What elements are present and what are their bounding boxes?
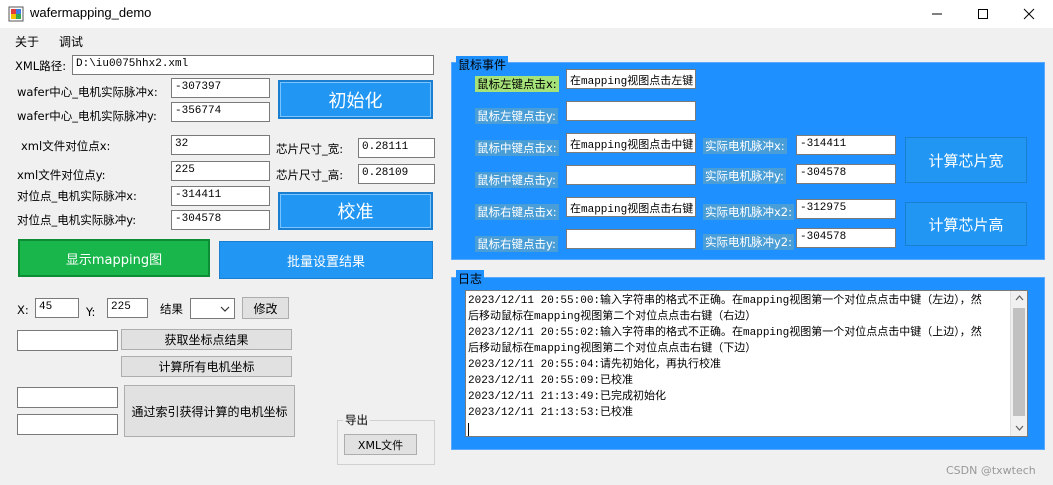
log-textarea[interactable]: 2023/12/11 20:55:00:输入字符串的格式不正确。在mapping…	[465, 290, 1028, 437]
log-line: 2023/12/11 20:55:09:已校准	[468, 375, 634, 387]
result-output-input[interactable]	[17, 330, 118, 351]
calc-by-index-button[interactable]: 通过索引获得计算的电机坐标	[124, 385, 295, 437]
xml-align-y-input[interactable]: 225	[171, 161, 270, 181]
align-pulse-x-label: 对位点_电机实际脉冲x:	[17, 189, 137, 203]
calibrate-button[interactable]: 校准	[278, 192, 433, 230]
log-line: 2023/12/11 20:55:00:输入字符串的格式不正确。在mapping…	[468, 295, 982, 307]
log-scrollbar[interactable]	[1010, 291, 1027, 436]
xml-align-x-label: xml文件对位点x:	[21, 139, 111, 153]
chip-height-label: 芯片尺寸_高:	[276, 168, 344, 182]
log-line: 2023/12/11 20:55:02:输入字符串的格式不正确。在mapping…	[468, 327, 982, 339]
get-result-button[interactable]: 获取坐标点结果	[121, 329, 292, 350]
y-label: Y:	[86, 305, 96, 319]
motor-y-label: 实际电机脉冲y:	[703, 168, 786, 184]
index-x-input[interactable]	[17, 387, 118, 408]
xml-path-label: XML路径:	[15, 59, 67, 73]
maximize-icon[interactable]	[960, 0, 1006, 28]
log-line: 后移动鼠标在mapping视图第二个对位点点击右键（下边）	[468, 343, 757, 355]
mid-click-x-label: 鼠标中键点击x:	[475, 140, 559, 156]
init-button[interactable]: 初始化	[278, 80, 433, 119]
calc-chip-width-button[interactable]: 计算芯片宽	[905, 137, 1027, 183]
align-pulse-y-label: 对位点_电机实际脉冲y:	[17, 213, 137, 227]
log-line: 后移动鼠标在mapping视图第二个对位点点击右键（右边）	[468, 311, 757, 323]
title-bar	[0, 0, 1053, 28]
center-pulse-x-input[interactable]: -307397	[171, 78, 270, 98]
result-label: 结果	[160, 302, 183, 316]
chip-height-input[interactable]: 0.28109	[358, 164, 435, 184]
index-y-input[interactable]	[17, 414, 118, 435]
mouse-events-title: 鼠标事件	[456, 56, 509, 73]
mid-click-y-label: 鼠标中键点击y:	[475, 172, 558, 188]
log-line: 2023/12/11 21:13:49:已完成初始化	[468, 391, 667, 403]
xml-file-button[interactable]: XML文件	[344, 434, 417, 455]
motor-y2-label: 实际电机脉冲y2:	[703, 234, 794, 250]
center-pulse-y-label: wafer中心_电机实际脉冲y:	[17, 109, 157, 123]
left-click-y-input[interactable]	[566, 101, 696, 121]
motor-x-input[interactable]: -314411	[796, 135, 896, 155]
motor-y-input[interactable]: -304578	[796, 164, 896, 184]
motor-y2-input[interactable]: -304578	[796, 228, 896, 248]
log-line: 2023/12/11 20:55:04:请先初始化，再执行校准	[468, 359, 722, 371]
chip-width-label: 芯片尺寸_宽:	[276, 142, 344, 156]
menu-debug[interactable]: 调试	[59, 33, 83, 50]
log-line: 2023/12/11 21:13:53:已校准	[468, 407, 634, 419]
window-title: wafermapping_demo	[30, 5, 152, 20]
calc-all-button[interactable]: 计算所有电机坐标	[121, 356, 292, 377]
y-input[interactable]: 225	[107, 298, 148, 318]
motor-x2-input[interactable]: -312975	[796, 199, 896, 219]
mid-click-x-input[interactable]: 在mapping视图点击中键	[566, 133, 696, 153]
right-click-x-input[interactable]: 在mapping视图点击右键	[566, 197, 696, 217]
mid-click-y-input[interactable]	[566, 165, 696, 185]
motor-x2-label: 实际电机脉冲x2:	[703, 204, 794, 220]
center-pulse-x-label: wafer中心_电机实际脉冲x:	[17, 85, 158, 99]
left-click-y-label: 鼠标左键点击y:	[475, 108, 558, 124]
chip-width-input[interactable]: 0.28111	[358, 138, 435, 158]
align-pulse-y-input[interactable]: -304578	[171, 210, 270, 230]
watermark: CSDN @txwtech	[946, 464, 1036, 477]
result-select[interactable]	[190, 298, 235, 319]
xml-path-input[interactable]: D:\iu0075hhx2.xml	[72, 55, 434, 75]
app-icon	[8, 6, 24, 22]
right-click-x-label: 鼠标右键点击x:	[475, 204, 559, 220]
chevron-down-icon	[220, 306, 230, 312]
xml-align-y-label: xml文件对位点y:	[17, 168, 106, 182]
x-label: X:	[17, 303, 29, 317]
left-click-x-input[interactable]: 在mapping视图点击左键	[566, 69, 696, 89]
chevron-down-icon[interactable]	[1015, 425, 1024, 431]
motor-x-label: 实际电机脉冲x:	[703, 138, 787, 154]
export-group-label: 导出	[343, 412, 370, 428]
menu-about[interactable]: 关于	[15, 33, 39, 50]
right-click-y-input[interactable]	[566, 229, 696, 249]
log-lines: 2023/12/11 20:55:00:输入字符串的格式不正确。在mapping…	[468, 293, 1010, 436]
chevron-up-icon[interactable]	[1015, 295, 1024, 301]
close-icon[interactable]	[1006, 0, 1052, 28]
center-pulse-y-input[interactable]: -356774	[171, 102, 270, 122]
minimize-icon[interactable]	[914, 0, 960, 28]
right-click-y-label: 鼠标右键点击y:	[475, 236, 558, 252]
text-caret	[468, 423, 469, 436]
xml-align-x-input[interactable]: 32	[171, 135, 270, 155]
show-mapping-button[interactable]: 显示mapping图	[18, 239, 210, 277]
batch-set-button[interactable]: 批量设置结果	[219, 241, 433, 279]
scrollbar-thumb[interactable]	[1013, 308, 1025, 416]
log-title: 日志	[456, 270, 485, 287]
calc-chip-height-button[interactable]: 计算芯片高	[905, 202, 1027, 246]
align-pulse-x-input[interactable]: -314411	[171, 186, 270, 206]
x-input[interactable]: 45	[35, 298, 79, 318]
left-click-x-label: 鼠标左键点击x:	[475, 76, 559, 92]
modify-button[interactable]: 修改	[242, 297, 289, 319]
